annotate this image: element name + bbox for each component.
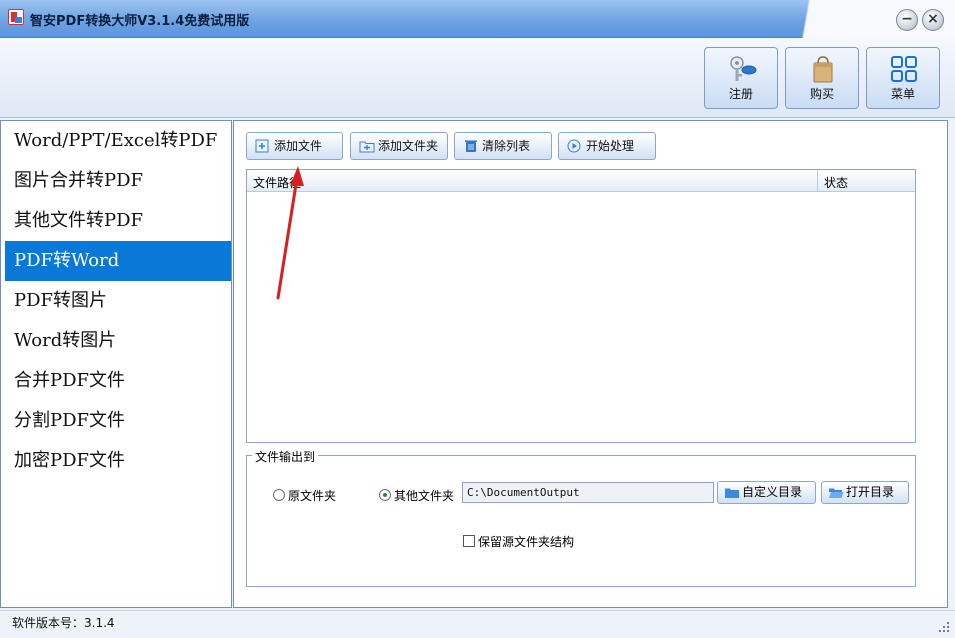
clear-list-button[interactable]: 清除列表: [454, 132, 552, 160]
add-folder-button[interactable]: 添加文件夹: [350, 132, 448, 160]
add-file-icon: [255, 139, 269, 153]
window-title: 智安PDF转换大师V3.1.4免费试用版: [30, 14, 250, 29]
original-folder-radio[interactable]: [273, 489, 285, 501]
register-label: 注册: [728, 87, 753, 101]
open-directory-button[interactable]: 打开目录: [821, 481, 909, 504]
menu-button[interactable]: 菜单: [866, 47, 940, 109]
nav-item-word-to-image[interactable]: Word转图片: [5, 321, 231, 361]
nav-item-images-to-pdf[interactable]: 图片合并转PDF: [5, 161, 231, 201]
custom-directory-label: 自定义目录: [742, 485, 803, 499]
start-process-label: 开始处理: [586, 139, 635, 153]
close-button[interactable]: ×: [922, 9, 944, 31]
title-bar[interactable]: 智安PDF转换大师V3.1.4免费试用版 − ×: [0, 0, 955, 38]
add-file-button[interactable]: 添加文件: [246, 132, 343, 160]
keep-structure-checkbox[interactable]: [463, 535, 475, 547]
folder-icon: [725, 488, 739, 498]
clear-list-label: 清除列表: [482, 139, 531, 153]
buy-label: 购买: [809, 87, 834, 101]
nav-item-pdf-to-word[interactable]: PDF转Word: [5, 241, 231, 281]
buy-button[interactable]: 购买: [785, 47, 859, 109]
other-folder-label[interactable]: 其他文件夹: [394, 487, 454, 504]
output-settings-group: 文件输出到 原文件夹 其他文件夹 C:\DocumentOutput 自定义目录…: [246, 448, 916, 587]
shopping-bag-icon: [813, 56, 833, 83]
key-icon: [730, 56, 757, 81]
start-process-button[interactable]: 开始处理: [558, 132, 656, 160]
open-directory-label: 打开目录: [846, 485, 895, 499]
open-folder-icon: [829, 488, 844, 498]
add-folder-icon: [359, 141, 375, 153]
top-toolbar: 注册 购买 菜单: [0, 38, 955, 118]
column-header-file-path[interactable]: 文件路径: [253, 174, 301, 191]
add-folder-label: 添加文件夹: [378, 139, 439, 153]
nav-item-split-pdf[interactable]: 分割PDF文件: [5, 401, 231, 441]
output-path-input[interactable]: C:\DocumentOutput: [462, 482, 714, 503]
nav-item-encrypt-pdf[interactable]: 加密PDF文件: [5, 441, 231, 481]
menu-label: 菜单: [890, 87, 915, 101]
trash-icon: [465, 140, 477, 152]
resize-grip-icon[interactable]: [939, 622, 951, 634]
register-button[interactable]: 注册: [704, 47, 778, 109]
column-header-status[interactable]: 状态: [824, 174, 848, 191]
main-panel: 添加文件 添加文件夹 清除列表 开始处理 文件路径 状态 文件输出到 原文件夹 …: [233, 120, 948, 608]
other-folder-radio[interactable]: [379, 489, 391, 501]
original-folder-label[interactable]: 原文件夹: [288, 487, 336, 504]
nav-item-pdf-to-image[interactable]: PDF转图片: [5, 281, 231, 321]
minimize-button[interactable]: −: [896, 9, 918, 31]
custom-directory-button[interactable]: 自定义目录: [717, 481, 816, 504]
grid-menu-icon: [891, 56, 917, 82]
app-logo-icon: [8, 9, 24, 25]
status-bar: 软件版本号：3.1.4: [0, 610, 955, 638]
output-group-legend: 文件输出到: [252, 448, 319, 465]
column-divider[interactable]: [817, 170, 818, 192]
file-list-header: 文件路径 状态: [247, 170, 915, 192]
keep-structure-label[interactable]: 保留源文件夹结构: [478, 533, 574, 550]
version-text: 软件版本号：3.1.4: [12, 616, 115, 630]
play-icon: [567, 139, 581, 153]
function-sidebar: Word/PPT/Excel转PDF 图片合并转PDF 其他文件转PDF PDF…: [0, 120, 232, 608]
nav-item-other-to-pdf[interactable]: 其他文件转PDF: [5, 201, 231, 241]
nav-item-merge-pdf[interactable]: 合并PDF文件: [5, 361, 231, 401]
file-list-table[interactable]: 文件路径 状态: [246, 169, 916, 443]
add-file-label: 添加文件: [274, 139, 323, 153]
nav-item-office-to-pdf[interactable]: Word/PPT/Excel转PDF: [5, 121, 231, 161]
